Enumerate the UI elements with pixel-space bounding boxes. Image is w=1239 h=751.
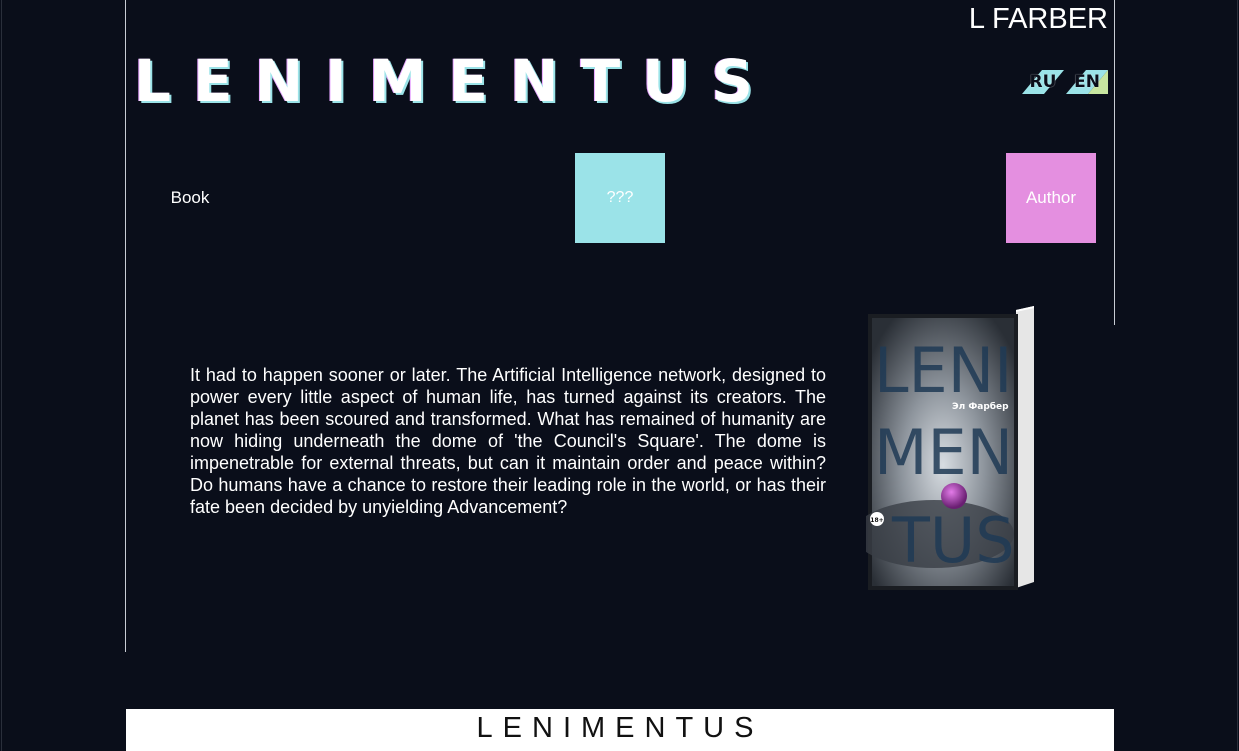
language-en-label: EN [1074,72,1100,92]
language-ru-label: RU [1029,72,1057,92]
language-en-button[interactable]: EN [1066,70,1108,94]
nav-book-button[interactable]: Book [145,153,235,243]
book-cover-image: LENI MEN TUS Эл Фарбер 18+ [866,306,1034,590]
left-edge-divider [1,0,2,751]
cover-age-rating: 18+ [870,517,883,524]
footer-title: LENIMENTUS [476,712,764,744]
author-name-heading: L FARBER [968,3,1108,35]
site-logo[interactable]: LENIMENTUS [134,48,775,114]
book-description: It had to happen sooner or later. The Ar… [190,365,826,517]
nav-author-button[interactable]: Author [1006,153,1096,243]
cover-author: Эл Фарбер [952,401,1009,412]
cover-title-line3: TUS [891,504,1015,577]
page-border-left [125,0,126,652]
nav-mystery-button[interactable]: ??? [575,153,665,243]
page-border-right [1114,0,1115,325]
cover-title-line1: LENI [874,334,1012,407]
right-edge-divider [1237,0,1238,751]
cover-title-line2: MEN [874,416,1013,489]
language-ru-button[interactable]: RU [1022,70,1064,94]
